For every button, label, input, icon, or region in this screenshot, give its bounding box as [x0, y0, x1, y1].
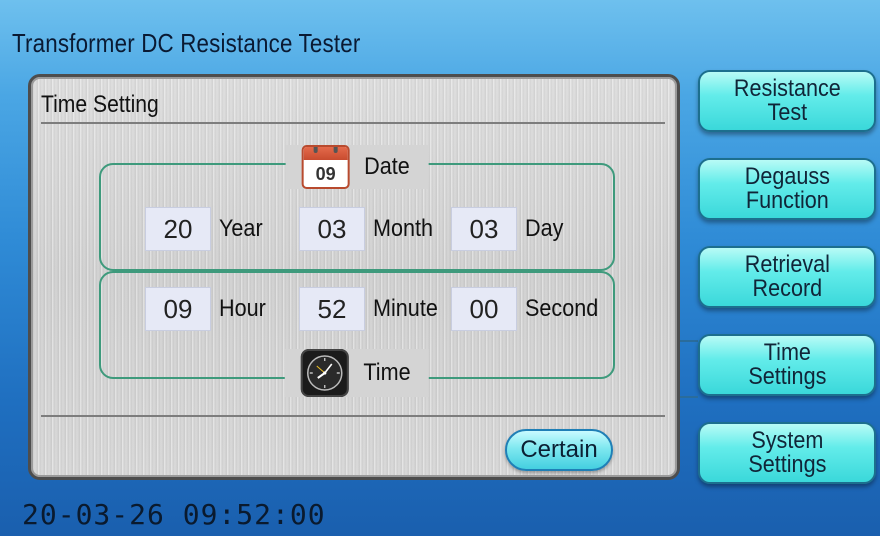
date-legend: 09 Date	[285, 145, 429, 189]
app-title: Transformer DC Resistance Tester	[12, 28, 361, 58]
clock-icon	[300, 349, 349, 397]
calendar-day-number: 09	[315, 164, 336, 184]
year-field[interactable]: 20	[145, 207, 211, 251]
minute-field[interactable]: 52	[299, 287, 365, 331]
month-label: Month	[373, 215, 434, 242]
time-setting-panel: Time Setting 09 Date 20 Year 03 Month 03…	[28, 74, 680, 480]
system-settings-label: System Settings	[747, 427, 827, 478]
date-legend-label: Date	[364, 153, 410, 180]
retrieval-record-label: Retrieval Record	[744, 251, 830, 302]
resistance-test-label: Resistance Test	[733, 75, 841, 126]
hour-field[interactable]: 09	[145, 287, 211, 331]
second-label: Second	[525, 295, 599, 322]
time-group: 09 Hour 52 Minute 00 Second Time	[99, 271, 615, 397]
degauss-function-label: Degauss Function	[744, 163, 830, 214]
date-group: 09 Date 20 Year 03 Month 03 Day	[99, 145, 615, 271]
year-label: Year	[219, 215, 263, 242]
day-label: Day	[525, 215, 564, 242]
divider-line-top	[680, 340, 698, 342]
hour-label: Hour	[219, 295, 266, 322]
panel-title: Time Setting	[41, 91, 159, 118]
panel-divider-top	[41, 122, 665, 124]
time-legend: Time	[284, 349, 430, 397]
time-settings-label: Time Settings	[747, 339, 827, 390]
month-field[interactable]: 03	[299, 207, 365, 251]
resistance-test-button[interactable]: Resistance Test	[698, 70, 876, 132]
minute-label: Minute	[373, 295, 438, 322]
system-settings-button[interactable]: System Settings	[698, 422, 876, 484]
divider-line-bottom	[680, 396, 698, 398]
time-legend-label: Time	[363, 359, 411, 386]
calendar-icon: 09	[301, 145, 350, 189]
panel-divider-bottom	[41, 415, 665, 417]
retrieval-record-button[interactable]: Retrieval Record	[698, 246, 876, 308]
day-field[interactable]: 03	[451, 207, 517, 251]
second-field[interactable]: 00	[451, 287, 517, 331]
degauss-function-button[interactable]: Degauss Function	[698, 158, 876, 220]
time-settings-button[interactable]: Time Settings	[698, 334, 876, 396]
status-datetime: 20-03-26 09:52:00	[22, 498, 326, 531]
certain-button[interactable]: Certain	[505, 429, 613, 471]
